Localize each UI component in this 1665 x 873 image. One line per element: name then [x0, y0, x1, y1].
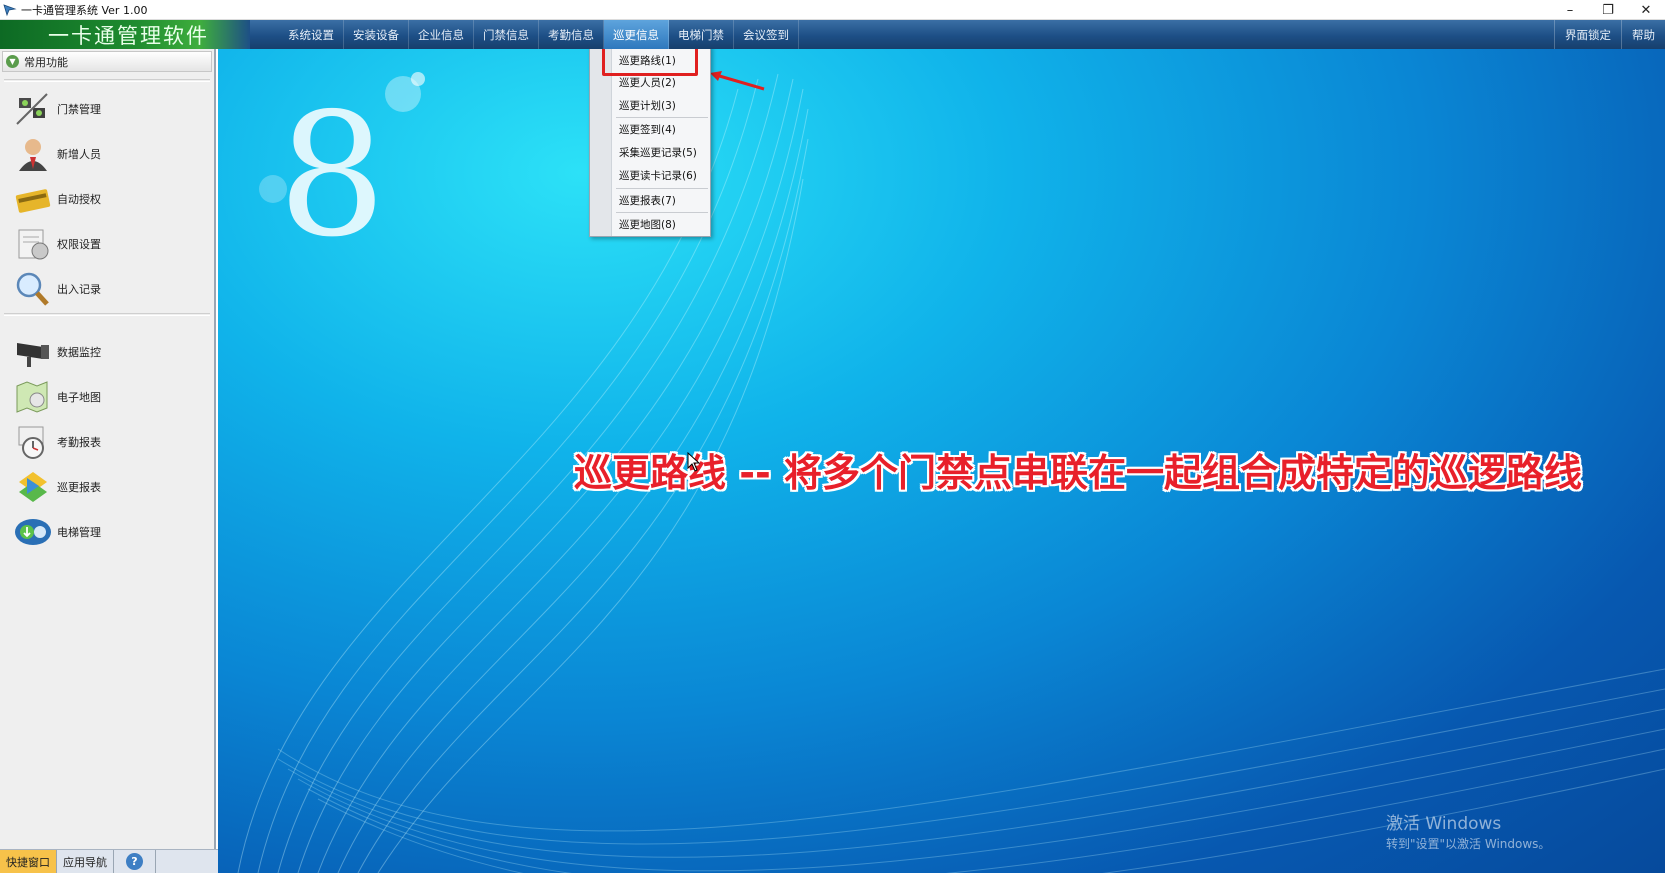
menu-patrol-checkin[interactable]: 巡更签到(4) [619, 119, 676, 139]
close-button[interactable]: ✕ [1627, 0, 1665, 20]
window-title: 一卡通管理系统 Ver 1.00 [21, 3, 148, 17]
help-icon: ? [126, 853, 143, 870]
activate-windows-hint: 转到"设置"以激活 Windows。 [1386, 837, 1551, 851]
sidebar-item-attendance-report[interactable]: 考勤报表 [12, 421, 101, 463]
person-icon [12, 134, 54, 174]
menu-access-info[interactable]: 门禁信息 [474, 20, 539, 49]
sidebar-item-label: 电子地图 [57, 391, 101, 404]
camera-icon [12, 332, 54, 372]
activate-windows-title: 激活 Windows [1386, 814, 1502, 834]
menu-patrol-plan[interactable]: 巡更计划(3) [619, 95, 676, 115]
sidebar-item-label: 巡更报表 [57, 481, 101, 494]
dropdown-separator [616, 188, 708, 189]
mouse-cursor-icon [687, 452, 701, 472]
sidebar-item-auto-authorize[interactable]: 自动授权 [12, 178, 101, 220]
annotation-text: 巡更路线 -- 将多个门禁点串联在一起组合成特定的巡逻路线 [574, 451, 1583, 495]
tab-quick-window[interactable]: 快捷窗口 [0, 850, 57, 873]
sidebar-item-permission[interactable]: 权限设置 [12, 223, 101, 265]
dropdown-separator [616, 117, 708, 118]
sidebar-item-label: 门禁管理 [57, 103, 101, 116]
sidebar-item-e-map[interactable]: 电子地图 [12, 376, 101, 418]
main-menu: 系统设置 安装设备 企业信息 门禁信息 考勤信息 巡更信息 电梯门禁 会议签到 [279, 20, 799, 49]
sidebar-divider [4, 313, 210, 316]
restore-button[interactable]: ❐ [1589, 0, 1627, 20]
clock-icon [12, 422, 54, 462]
menu-patrol-map[interactable]: 巡更地图(8) [619, 214, 676, 234]
permission-icon [12, 224, 54, 264]
sidebar-item-label: 出入记录 [57, 283, 101, 296]
sidebar-item-add-person[interactable]: 新增人员 [12, 133, 101, 175]
menu-enterprise-info[interactable]: 企业信息 [409, 20, 474, 49]
menu-attendance-info[interactable]: 考勤信息 [539, 20, 604, 49]
brand-logo: 一卡通管理软件 [0, 20, 250, 49]
door-control-icon [12, 89, 54, 129]
red-arrow-icon [710, 71, 765, 91]
menu-right: 界面锁定 帮助 [1554, 20, 1665, 49]
sidebar-item-access-records[interactable]: 出入记录 [12, 268, 101, 310]
sidebar-item-label: 电梯管理 [57, 526, 101, 539]
menu-elevator-access[interactable]: 电梯门禁 [669, 20, 734, 49]
sidebar-header[interactable]: ▼ 常用功能 [2, 51, 212, 72]
minimize-button[interactable]: – [1551, 0, 1589, 20]
sidebar-item-label: 权限设置 [57, 238, 101, 251]
menu-patrol-info[interactable]: 巡更信息 [604, 20, 669, 49]
menu-help[interactable]: 帮助 [1621, 20, 1665, 49]
app-icon [3, 3, 17, 16]
patrol-report-icon [12, 467, 54, 507]
menu-install-device[interactable]: 安装设备 [344, 20, 409, 49]
sidebar-item-label: 数据监控 [57, 346, 101, 359]
dropdown-gutter [590, 49, 612, 236]
patrol-dropdown-menu: 巡更路线(1) 巡更人员(2) 巡更计划(3) 巡更签到(4) 采集巡更记录(5… [589, 49, 711, 237]
dropdown-separator [616, 212, 708, 213]
title-bar: 一卡通管理系统 Ver 1.00 – ❐ ✕ [0, 0, 1665, 20]
sidebar-item-label: 自动授权 [57, 193, 101, 206]
sidebar-item-label: 新增人员 [57, 148, 101, 161]
menu-meeting-checkin[interactable]: 会议签到 [734, 20, 799, 49]
sidebar-header-label: 常用功能 [24, 55, 68, 69]
sidebar-item-elevator[interactable]: 电梯管理 [12, 511, 101, 553]
logo-eight: 8 [278, 77, 386, 275]
menu-collect-patrol-records[interactable]: 采集巡更记录(5) [619, 142, 697, 162]
map-icon [12, 377, 54, 417]
menu-bar: 一卡通管理软件 系统设置 安装设备 企业信息 门禁信息 考勤信息 巡更信息 电梯… [0, 20, 1665, 49]
highlight-frame [602, 49, 698, 76]
menu-lock-screen[interactable]: 界面锁定 [1554, 20, 1621, 49]
workspace: 8 巡更路线 -- 将多个门禁点串联在一起组合成特定的巡逻路线 激活 Windo… [218, 49, 1665, 873]
elevator-icon [12, 512, 54, 552]
menu-system-settings[interactable]: 系统设置 [279, 20, 344, 49]
sidebar-item-door-control[interactable]: 门禁管理 [12, 88, 101, 130]
help-button[interactable]: ? [114, 850, 156, 873]
card-icon [12, 179, 54, 219]
menu-patrol-report[interactable]: 巡更报表(7) [619, 190, 676, 210]
sidebar: ▼ 常用功能 门禁管理 新增人员 自动授权 权限设置 出入记录 数据监控 电子地… [0, 49, 216, 849]
sidebar-divider [4, 79, 210, 82]
menu-patrol-card-records[interactable]: 巡更读卡记录(6) [619, 165, 697, 185]
sidebar-item-data-monitor[interactable]: 数据监控 [12, 331, 101, 373]
magnifier-icon [12, 269, 54, 309]
sidebar-item-patrol-report[interactable]: 巡更报表 [12, 466, 101, 508]
tab-app-navigation[interactable]: 应用导航 [57, 850, 114, 873]
collapse-icon[interactable]: ▼ [6, 55, 19, 68]
bottom-tab-bar: 快捷窗口 应用导航 ? [0, 849, 218, 873]
sidebar-item-label: 考勤报表 [57, 436, 101, 449]
